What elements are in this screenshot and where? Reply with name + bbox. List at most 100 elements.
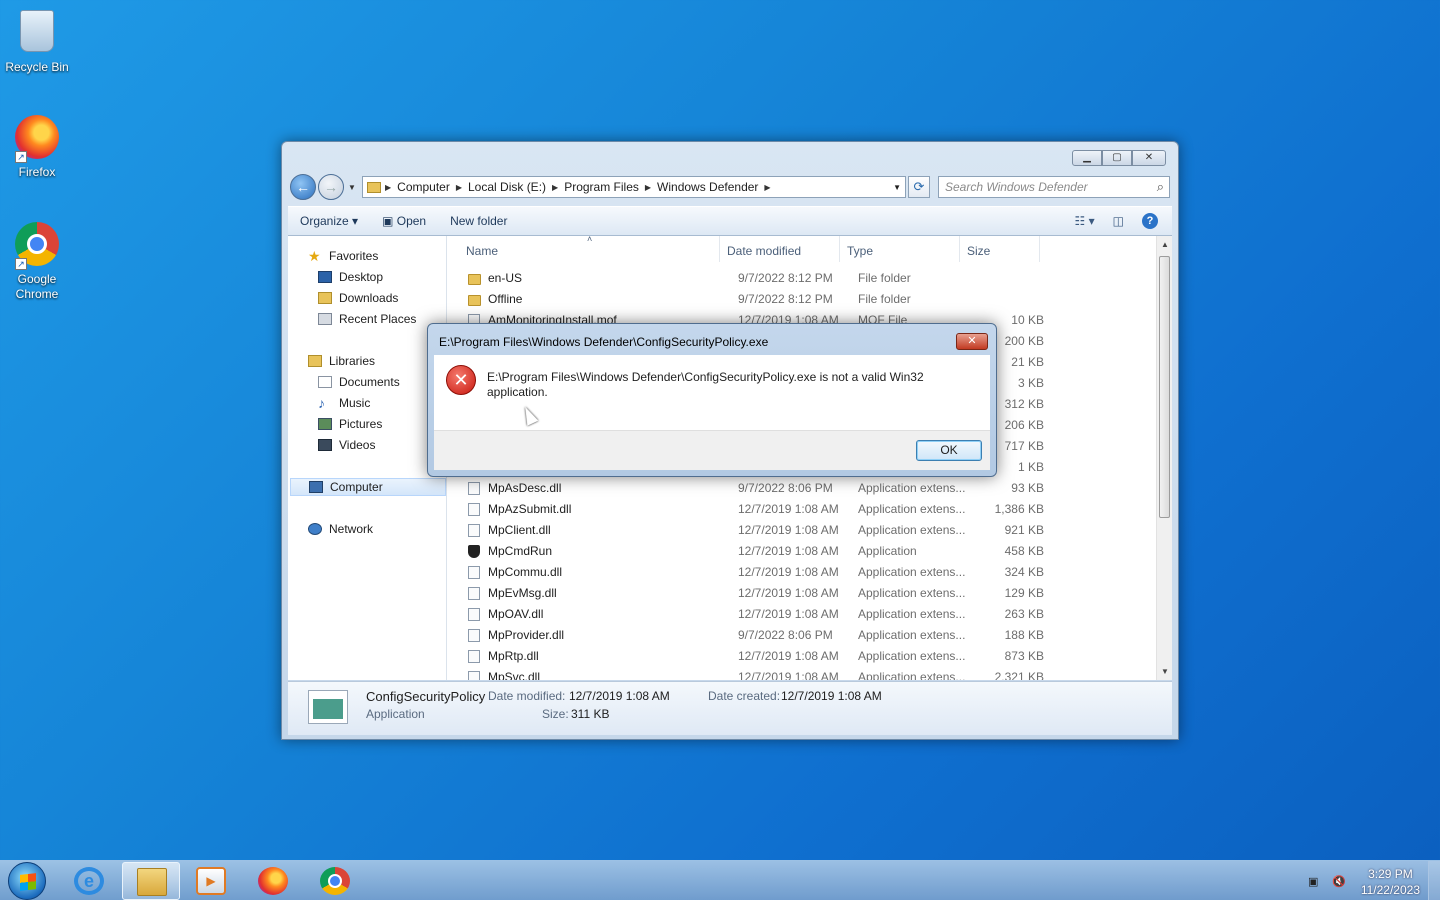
- preview-pane-icon[interactable]: ◫: [1113, 214, 1124, 228]
- vertical-scrollbar[interactable]: ▲ ▼: [1156, 236, 1172, 680]
- file-row[interactable]: MpEvMsg.dll 12/7/2019 1:08 AM Application …: [460, 583, 1044, 603]
- help-icon[interactable]: ?: [1142, 213, 1158, 229]
- chevron-right-icon[interactable]: ▶: [552, 183, 558, 192]
- system-clock[interactable]: 3:29 PM 11/22/2023: [1361, 866, 1420, 898]
- breadcrumb-windows-defender[interactable]: Windows Defender: [657, 180, 758, 194]
- clock-time: 3:29 PM: [1368, 867, 1413, 881]
- folder-icon: [468, 274, 481, 285]
- refresh-button[interactable]: ⟳: [908, 176, 930, 198]
- taskbar-internet-explorer[interactable]: e: [60, 862, 118, 900]
- scroll-down-icon[interactable]: ▼: [1157, 667, 1173, 676]
- file-type: Application extens...: [858, 565, 966, 579]
- file-type: Application extens...: [858, 649, 966, 663]
- desktop-icon-recycle-bin[interactable]: Recycle Bin: [0, 6, 74, 75]
- recent-pages-dropdown[interactable]: ▼: [346, 183, 358, 192]
- view-options-icon[interactable]: ☷ ▾: [1075, 214, 1095, 228]
- details-pane: ConfigSecurityPolicy Application Date mo…: [288, 681, 1172, 735]
- file-row[interactable]: MpRtp.dll 12/7/2019 1:08 AM Application ex…: [460, 646, 1044, 666]
- nav-label: Favorites: [329, 249, 379, 263]
- file-type: Application extens...: [858, 670, 966, 680]
- file-row[interactable]: MpCommu.dll 12/7/2019 1:08 AM Application …: [460, 562, 1044, 582]
- show-desktop-button[interactable]: [1428, 861, 1440, 900]
- file-row[interactable]: MpSvc.dll 12/7/2019 1:08 AM Application ex…: [460, 667, 1044, 680]
- star-icon: ★: [308, 248, 321, 264]
- clock-date: 11/22/2023: [1360, 883, 1420, 897]
- file-thumbnail-icon: [308, 690, 348, 724]
- nav-videos[interactable]: Videos: [318, 436, 375, 454]
- ok-button[interactable]: OK: [916, 440, 982, 461]
- nav-favorites[interactable]: ★ Favorites: [308, 247, 378, 265]
- file-name: MpCmdRun: [488, 544, 553, 558]
- nav-desktop[interactable]: Desktop: [318, 268, 383, 286]
- nav-label: Music: [339, 396, 371, 410]
- file-size: 129 KB: [1004, 586, 1044, 600]
- search-icon[interactable]: ⌕: [1157, 179, 1164, 195]
- taskbar-firefox[interactable]: [244, 862, 302, 900]
- file-date: 9/7/2022 8:12 PM: [738, 292, 833, 306]
- chevron-right-icon[interactable]: ▶: [456, 183, 462, 192]
- nav-libraries[interactable]: Libraries: [308, 352, 375, 370]
- file-type: Application extens...: [858, 586, 966, 600]
- close-button[interactable]: ✕: [1132, 150, 1166, 166]
- file-row[interactable]: MpClient.dll 12/7/2019 1:08 AM Application…: [460, 520, 1044, 540]
- details-date-modified: 12/7/2019 1:08 AM: [569, 689, 670, 703]
- forward-button[interactable]: →: [318, 174, 344, 200]
- file-row[interactable]: Offline 9/7/2022 8:12 PM File folder: [460, 289, 1040, 309]
- file-row[interactable]: MpAzSubmit.dll 12/7/2019 1:08 AM Applicati…: [460, 499, 1044, 519]
- details-date-created-label: Date created:: [708, 689, 781, 703]
- nav-pictures[interactable]: Pictures: [318, 415, 382, 433]
- error-icon: ✕: [446, 365, 476, 395]
- breadcrumb-computer[interactable]: Computer: [397, 180, 450, 194]
- file-name: Offline: [488, 292, 523, 306]
- nav-documents[interactable]: Documents: [318, 373, 400, 391]
- nav-network[interactable]: Network: [308, 520, 373, 538]
- nav-computer[interactable]: Computer: [290, 478, 446, 496]
- file-row[interactable]: MpCmdRun 12/7/2019 1:08 AM Application 458 …: [460, 541, 1044, 561]
- back-button[interactable]: ←: [290, 174, 316, 200]
- file-type: File folder: [858, 271, 911, 285]
- computer-icon: [309, 481, 323, 493]
- desktop-icon-chrome[interactable]: ↗ Google Chrome: [0, 220, 74, 302]
- network-tray-icon[interactable]: ▣: [1308, 875, 1322, 888]
- folder-icon: [367, 181, 381, 193]
- breadcrumb-local-disk[interactable]: Local Disk (E:): [468, 180, 546, 194]
- volume-muted-icon[interactable]: 🔇: [1332, 875, 1346, 888]
- file-row[interactable]: MpOAV.dll 12/7/2019 1:08 AM Application ex…: [460, 604, 1044, 624]
- file-name: MpAzSubmit.dll: [488, 502, 572, 516]
- address-bar[interactable]: ▶ Computer ▶ Local Disk (E:) ▶ Program F…: [362, 176, 906, 198]
- taskbar-file-explorer[interactable]: [122, 862, 180, 900]
- minimize-button[interactable]: ▁: [1072, 150, 1102, 166]
- nav-label: Videos: [339, 438, 376, 452]
- nav-music[interactable]: ♪ Music: [318, 394, 370, 412]
- file-name: MpEvMsg.dll: [488, 586, 557, 600]
- maximize-button[interactable]: ▢: [1102, 150, 1132, 166]
- file-size: 2,321 KB: [994, 670, 1044, 680]
- nav-label: Desktop: [339, 270, 384, 284]
- file-name: MpOAV.dll: [488, 607, 544, 621]
- file-name: MpCommu.dll: [488, 565, 563, 579]
- file-row[interactable]: MpProvider.dll 9/7/2022 8:06 PM Applicatio…: [460, 625, 1044, 645]
- organize-button[interactable]: Organize ▾: [288, 214, 370, 228]
- start-button[interactable]: [8, 862, 46, 900]
- file-row[interactable]: MpAsDesc.dll 9/7/2022 8:06 PM Application …: [460, 478, 1044, 498]
- taskbar-chrome[interactable]: [306, 862, 364, 900]
- file-icon: [468, 629, 480, 642]
- desktop-icon-firefox[interactable]: ↗ Firefox: [0, 113, 74, 180]
- file-date: 9/7/2022 8:06 PM: [738, 481, 833, 495]
- open-button[interactable]: ▣ Open: [370, 214, 438, 228]
- desktop-icon-label: Recycle Bin: [5, 60, 69, 74]
- new-folder-button[interactable]: New folder: [438, 214, 519, 228]
- chevron-down-icon[interactable]: ▼: [893, 183, 901, 192]
- nav-downloads[interactable]: Downloads: [318, 289, 398, 307]
- chevron-right-icon[interactable]: ▶: [645, 183, 651, 192]
- taskbar-media-player[interactable]: ▶: [182, 862, 240, 900]
- chevron-right-icon[interactable]: ▶: [764, 183, 770, 192]
- scroll-up-icon[interactable]: ▲: [1157, 240, 1173, 249]
- nav-recent-places[interactable]: Recent Places: [318, 310, 416, 328]
- file-date: 12/7/2019 1:08 AM: [738, 544, 839, 558]
- search-input[interactable]: Search Windows Defender ⌕: [938, 176, 1170, 198]
- scrollbar-thumb[interactable]: [1159, 256, 1170, 518]
- file-row[interactable]: en-US 9/7/2022 8:12 PM File folder: [460, 268, 1040, 288]
- breadcrumb-program-files[interactable]: Program Files: [564, 180, 639, 194]
- dialog-close-button[interactable]: ✕: [956, 333, 988, 350]
